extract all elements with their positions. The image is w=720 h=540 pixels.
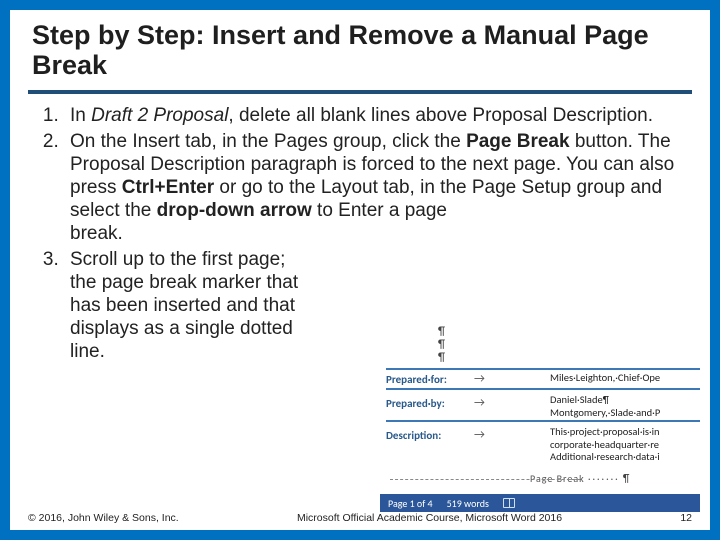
step-3-c: has been inserted and that — [70, 294, 380, 317]
step-2-ctrlenter: Ctrl+Enter — [122, 177, 214, 198]
field-rule — [386, 420, 700, 422]
slide: Step by Step: Insert and Remove a Manual… — [10, 10, 710, 530]
page-break-marker: Page Break ······· ¶ — [530, 472, 700, 485]
pilcrow-icon: ¶ — [438, 352, 445, 365]
step-1: In Draft 2 Proposal, delete all blank li… — [64, 104, 688, 127]
field-rule — [386, 388, 700, 390]
pilcrow-column: ¶ ¶ ¶ — [438, 326, 445, 364]
tab-arrow-icon: → — [474, 428, 488, 442]
footer-course: Microsoft Official Academic Course, Micr… — [179, 512, 681, 524]
prepared-by-value: Daniel·Slade¶ Montgomery,·Slade·and·P — [550, 394, 700, 418]
prepared-by-value-2: Montgomery,·Slade·and·P — [550, 407, 700, 419]
step-2-f: break. — [70, 222, 380, 245]
content-area: In Draft 2 Proposal, delete all blank li… — [10, 104, 710, 363]
word-screenshot: ¶ ¶ ¶ Prepared·for: → Miles·Leighton,·Ch… — [380, 322, 700, 512]
step-2-pagebreak: Page Break — [466, 131, 570, 152]
step-3-d: displays as a single dotted — [70, 317, 380, 340]
footer-page-number: 12 — [680, 512, 692, 524]
description-value: This·project·proposal·is·in corporate·he… — [550, 426, 700, 462]
footer-copyright: © 2016, John Wiley & Sons, Inc. — [28, 512, 179, 524]
book-icon — [503, 498, 515, 508]
step-2: On the Insert tab, in the Pages group, c… — [64, 130, 688, 246]
prepared-for-value: Miles·Leighton,·Chief·Ope — [550, 372, 700, 384]
description-value-1: This·project·proposal·is·in — [550, 426, 700, 438]
description-value-3: Additional·research·data·i — [550, 451, 700, 463]
status-page: Page 1 of 4 — [388, 497, 433, 510]
step-1-doc: Draft 2 Proposal — [91, 105, 228, 126]
tab-arrow-icon: → — [474, 396, 488, 410]
description-value-2: corporate·headquarter·re — [550, 439, 700, 451]
status-words: 519 words — [447, 497, 489, 510]
step-2-e: to Enter a page — [312, 200, 447, 221]
pilcrow-icon: ¶ — [623, 472, 630, 485]
page-title: Step by Step: Insert and Remove a Manual… — [10, 10, 710, 84]
prepared-by-value-1: Daniel·Slade¶ — [550, 394, 700, 406]
prepared-for-label: Prepared·for: — [386, 373, 474, 386]
slide-footer: © 2016, John Wiley & Sons, Inc. Microsof… — [28, 512, 692, 524]
word-status-bar: Page 1 of 4 519 words — [380, 494, 700, 512]
step-2-dropdown: drop-down arrow — [157, 200, 312, 221]
page-break-label: Page Break — [530, 472, 585, 485]
step-3-a: Scroll up to the first page; — [70, 248, 380, 271]
title-underline — [28, 90, 692, 94]
step-2-a: On the Insert tab, in the Pages group, c… — [70, 131, 466, 152]
prepared-by-label: Prepared·by: — [386, 397, 474, 410]
step-1-post: , delete all blank lines above Proposal … — [228, 105, 653, 126]
field-rule — [386, 368, 700, 370]
tab-arrow-icon: → — [474, 372, 488, 386]
description-label: Description: — [386, 429, 474, 442]
step-1-pre: In — [70, 105, 91, 126]
step-3-b: the page break marker that — [70, 271, 380, 294]
pilcrow-icon: ¶ — [438, 339, 445, 352]
step-3-e: line. — [70, 340, 380, 363]
